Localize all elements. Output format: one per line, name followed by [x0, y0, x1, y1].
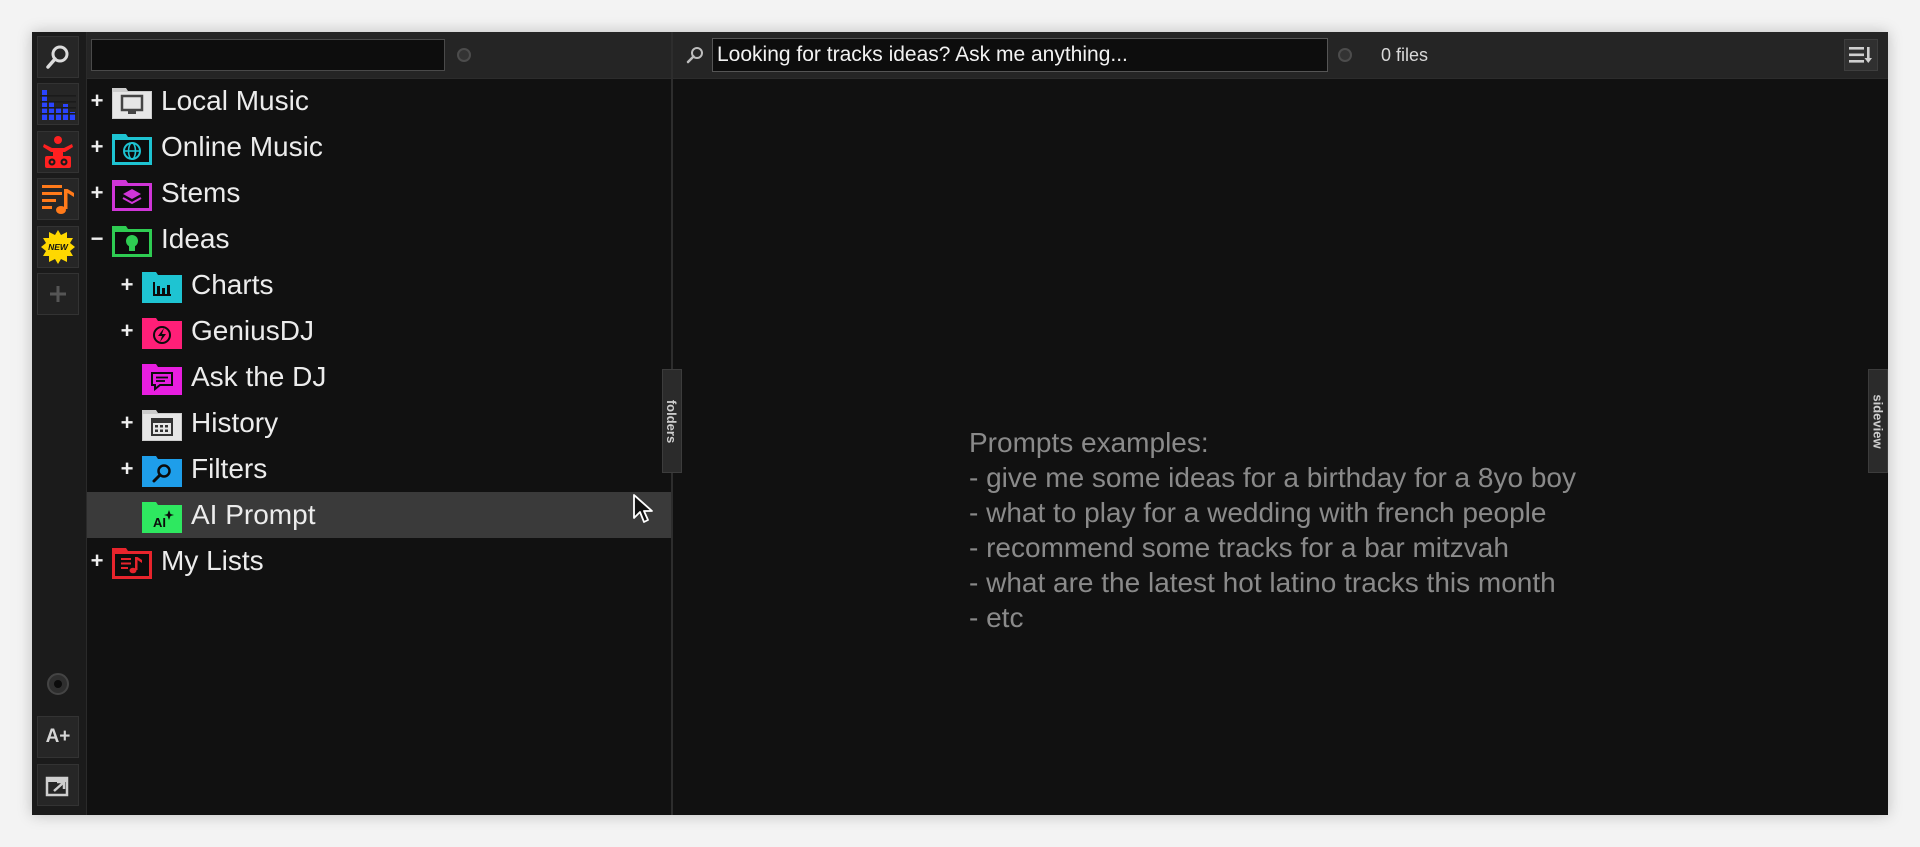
chart-folder-icon	[142, 272, 182, 303]
prompt-example-line: - what are the latest hot latino tracks …	[969, 567, 1556, 598]
plus-icon	[50, 286, 66, 302]
expand-toggle[interactable]: +	[89, 78, 105, 124]
app-window: NEW A+ + Local Music + Online Music + St…	[32, 32, 1888, 815]
expand-toggle[interactable]: +	[119, 308, 135, 354]
lightbulb-folder-icon	[112, 226, 152, 257]
folders-side-tab[interactable]: folders	[662, 369, 682, 473]
ai-sparkle-folder-icon: AI	[142, 502, 182, 533]
tree-item-online-music[interactable]: + Online Music	[87, 124, 671, 170]
tree-item-stems[interactable]: + Stems	[87, 170, 671, 216]
sort-list-icon	[1849, 47, 1872, 63]
tree-item-history[interactable]: + History	[87, 400, 671, 446]
expand-toggle[interactable]: +	[119, 446, 135, 492]
playlist-rail-button[interactable]	[37, 178, 79, 220]
prompt-example-line: - what to play for a wedding with french…	[969, 497, 1547, 528]
search-icon	[686, 47, 703, 64]
tree-item-label: Online Music	[161, 131, 323, 162]
expand-toggle[interactable]: +	[119, 262, 135, 308]
playlist-music-icon	[42, 185, 74, 214]
folder-tree: + Local Music + Online Music + Stems − I…	[87, 78, 671, 815]
sideview-tab-label: sideview	[1870, 393, 1886, 449]
file-count: 0 files	[1381, 45, 1429, 65]
tree-item-label: History	[191, 407, 279, 438]
svg-text:NEW: NEW	[48, 242, 69, 252]
tree-item-label: Stems	[161, 177, 241, 208]
rail-knob[interactable]	[47, 673, 69, 695]
search-rail-button[interactable]	[37, 36, 79, 78]
tree-item-label: AI Prompt	[191, 499, 316, 530]
expand-toggle[interactable]: +	[89, 170, 105, 216]
dj-rail-button[interactable]	[37, 131, 79, 173]
window-rail-button[interactable]	[37, 764, 79, 806]
tree-item-local-music[interactable]: + Local Music	[87, 78, 671, 124]
mouse-cursor-icon	[633, 494, 653, 523]
tree-item-geniusdj[interactable]: + GeniusDJ	[87, 308, 671, 354]
tree-item-ideas[interactable]: − Ideas	[87, 216, 671, 262]
tree-item-label: Ask the DJ	[191, 361, 327, 392]
layers-folder-icon	[112, 180, 152, 211]
expand-toggle[interactable]: +	[89, 538, 105, 584]
new-badge-icon: NEW	[41, 230, 75, 264]
prompt-examples-heading: Prompts examples:	[969, 427, 1209, 458]
expand-toggle[interactable]: +	[119, 400, 135, 446]
ai-prompt-input[interactable]	[712, 38, 1328, 72]
equalizer-rail-button[interactable]	[37, 83, 79, 125]
sort-options-button[interactable]	[1844, 39, 1878, 71]
folder-search-input[interactable]	[91, 39, 445, 71]
filter-search-folder-icon	[142, 456, 182, 487]
tree-item-label: GeniusDJ	[191, 315, 314, 346]
lightning-folder-icon	[142, 318, 182, 349]
computer-folder-icon	[112, 88, 152, 119]
tree-item-charts[interactable]: + Charts	[87, 262, 671, 308]
font-size-rail-button[interactable]: A+	[37, 716, 79, 758]
tree-item-my-lists[interactable]: + My Lists	[87, 538, 671, 584]
tree-item-filters[interactable]: + Filters	[87, 446, 671, 492]
font-size-icon: A+	[45, 726, 71, 747]
add-rail-button[interactable]	[37, 273, 79, 315]
prompt-examples: Prompts examples: - give me some ideas f…	[969, 425, 1576, 635]
expand-toggle[interactable]: +	[89, 124, 105, 170]
folder-toolbar	[87, 32, 671, 79]
dj-person-icon	[43, 136, 73, 168]
svg-text:AI: AI	[153, 515, 166, 530]
search-icon	[46, 45, 69, 69]
folder-search-knob[interactable]	[457, 48, 471, 62]
prompt-example-line: - give me some ideas for a birthday for …	[969, 462, 1576, 493]
tree-item-label: Local Music	[161, 85, 309, 116]
folders-tab-label: folders	[664, 399, 680, 443]
tree-item-label: Filters	[191, 453, 268, 484]
collapse-toggle[interactable]: −	[89, 216, 105, 262]
tree-item-label: Ideas	[161, 223, 230, 254]
tree-item-ask-the-dj[interactable]: Ask the DJ	[87, 354, 671, 400]
prompt-knob[interactable]	[1338, 48, 1352, 62]
prompt-example-line: - recommend some tracks for a bar mitzva…	[969, 532, 1509, 563]
chat-folder-icon	[142, 364, 182, 395]
music-list-folder-icon	[112, 548, 152, 579]
tree-item-label: Charts	[191, 269, 274, 300]
prompt-example-line: - etc	[969, 602, 1024, 633]
browser-toolbar: 0 files	[673, 32, 1888, 79]
calendar-folder-icon	[142, 410, 182, 441]
tree-item-label: My Lists	[161, 545, 264, 576]
globe-folder-icon	[112, 134, 152, 165]
external-window-icon	[45, 776, 69, 797]
equalizer-icon	[40, 90, 76, 120]
sideview-side-tab[interactable]: sideview	[1868, 369, 1888, 473]
new-features-rail-button[interactable]: NEW	[37, 226, 79, 268]
icon-rail: NEW A+	[32, 32, 87, 815]
tree-item-ai-prompt[interactable]: AI AI Prompt	[87, 492, 671, 538]
